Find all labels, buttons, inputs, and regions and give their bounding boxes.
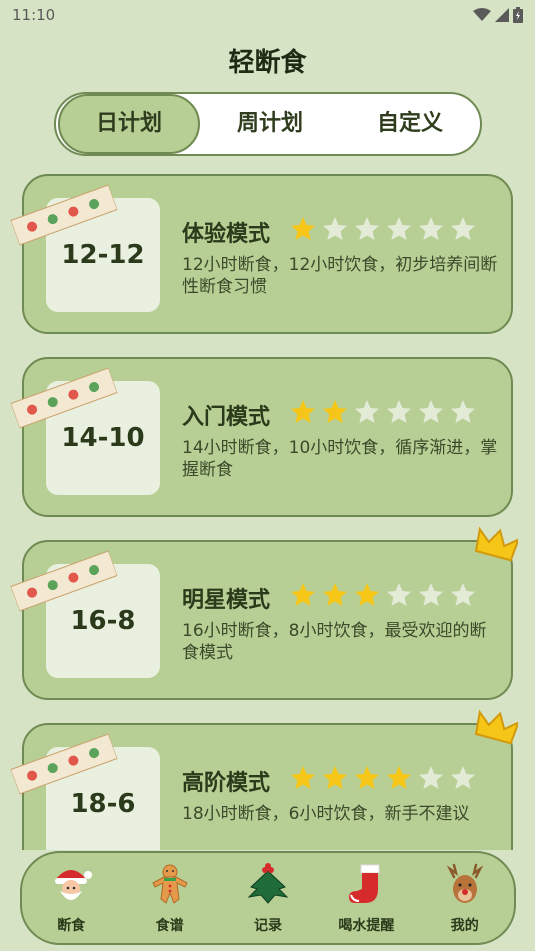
star-filled-icon: [291, 217, 315, 240]
bottom-nav: 断食 食谱 记录 喝水提醒 我的: [20, 851, 516, 945]
crown-icon: [474, 526, 518, 562]
status-icons: [473, 7, 523, 23]
plan-name: 高阶模式: [182, 771, 271, 796]
tab-custom[interactable]: 自定义: [340, 94, 480, 154]
star-empty-icon: [387, 217, 411, 240]
star-empty-icon: [451, 583, 475, 606]
plan-name: 入门模式: [182, 405, 271, 430]
star-filled-icon: [387, 766, 411, 789]
stocking-icon: [349, 864, 380, 903]
star-filled-icon: [323, 583, 347, 606]
tab-weekly[interactable]: 周计划: [200, 94, 340, 154]
plan-name: 明星模式: [182, 588, 271, 613]
star-empty-icon: [419, 583, 443, 606]
star-filled-icon: [355, 583, 379, 606]
star-empty-icon: [451, 766, 475, 789]
star-filled-icon: [291, 583, 315, 606]
tab-daily[interactable]: 日计划: [58, 94, 200, 154]
nav-item-records[interactable]: 记录: [223, 861, 313, 935]
nav-label: 喝水提醒: [338, 918, 395, 934]
reindeer-icon: [446, 863, 483, 903]
wifi-icon: [473, 8, 491, 21]
star-empty-icon: [387, 583, 411, 606]
page-title: 轻断食: [228, 48, 307, 78]
nav-label: 食谱: [155, 918, 184, 934]
battery-icon: [513, 7, 523, 23]
plan-name: 体验模式: [182, 222, 271, 247]
star-empty-icon: [419, 400, 443, 423]
star-rating: [290, 216, 476, 242]
star-empty-icon: [323, 217, 347, 240]
star-rating: [290, 765, 476, 791]
holly-icon: [247, 863, 289, 904]
star-empty-icon: [355, 400, 379, 423]
star-filled-icon: [323, 766, 347, 789]
plan-description: 16小时断食，8小时饮食，最受欢迎的断食模式: [182, 621, 487, 663]
plan-description: 18小时断食，6小时饮食，新手不建议: [182, 804, 470, 824]
nav-item-fasting[interactable]: 断食: [26, 861, 116, 935]
star-filled-icon: [355, 766, 379, 789]
nav-label: 记录: [253, 918, 282, 934]
plan-list: 12-12 体验模式 12小时断食，12小时饮食，初步培养间断性断食习惯 14-…: [0, 172, 535, 850]
star-rating: [290, 399, 476, 425]
star-empty-icon: [419, 217, 443, 240]
star-empty-icon: [355, 217, 379, 240]
santa-icon: [55, 870, 93, 900]
nav-item-water-reminder[interactable]: 喝水提醒: [321, 861, 411, 935]
star-empty-icon: [451, 217, 475, 240]
status-time: 11:10: [12, 6, 56, 24]
plan-tabs: 日计划 周计划 自定义: [54, 92, 482, 156]
star-empty-icon: [451, 400, 475, 423]
signal-icon: [495, 8, 509, 22]
nav-item-recipes[interactable]: 食谱: [125, 861, 215, 935]
status-bar: 11:10: [0, 0, 535, 30]
star-filled-icon: [291, 400, 315, 423]
crown-icon: [474, 709, 518, 745]
gingerbread-icon: [151, 864, 188, 904]
nav-label: 断食: [57, 918, 86, 934]
star-filled-icon: [291, 766, 315, 789]
star-filled-icon: [323, 400, 347, 423]
plan-description: 12小时断食，12小时饮食，初步培养间断性断食习惯: [182, 255, 498, 297]
star-empty-icon: [387, 400, 411, 423]
star-rating: [290, 582, 476, 608]
plan-description: 14小时断食，10小时饮食，循序渐进，掌握断食: [182, 438, 498, 480]
star-empty-icon: [419, 766, 443, 789]
nav-item-profile[interactable]: 我的: [420, 861, 510, 935]
nav-label: 我的: [450, 918, 479, 934]
